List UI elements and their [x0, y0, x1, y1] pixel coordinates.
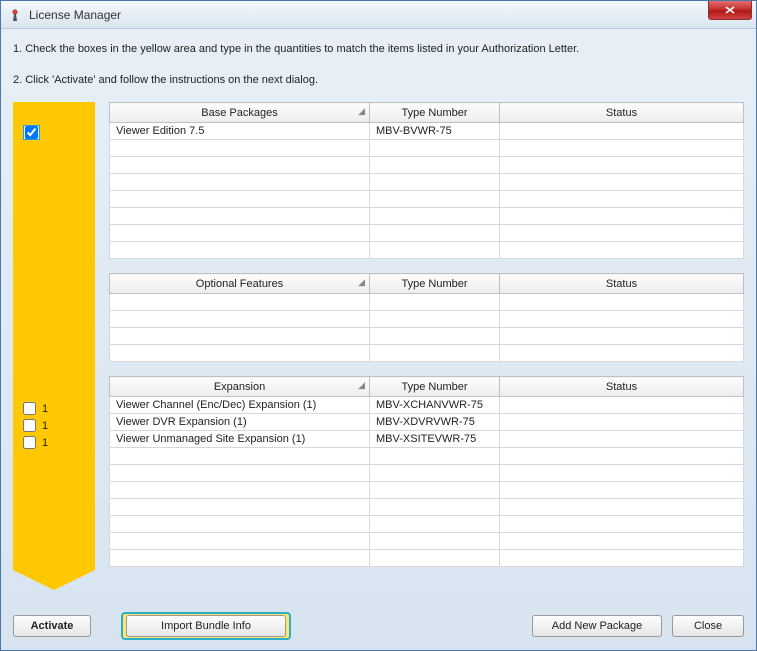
- base-row-0-name: Viewer Edition 7.5: [110, 123, 370, 140]
- table-row[interactable]: Viewer Channel (Enc/Dec) Expansion (1) M…: [110, 397, 744, 414]
- base-row-0-status: [500, 123, 744, 140]
- table-row[interactable]: [110, 448, 744, 465]
- base-header-col3[interactable]: Status: [500, 103, 744, 123]
- expansion-row-2-checkbox[interactable]: [23, 436, 36, 449]
- base-packages-table: Base Packages◢ Type Number Status Viewer…: [109, 102, 744, 259]
- expansion-row-1-status: [500, 414, 744, 431]
- expansion-row-0-status: [500, 397, 744, 414]
- table-row[interactable]: [110, 208, 744, 225]
- table-row[interactable]: [110, 242, 744, 259]
- expansion-row-check-1: 1: [13, 417, 95, 434]
- expansion-table: Expansion◢ Type Number Status Viewer Cha…: [109, 376, 744, 567]
- checkbox-highlight: [23, 125, 40, 140]
- expansion-row-check-2: 1: [13, 434, 95, 451]
- table-row[interactable]: [110, 191, 744, 208]
- activate-button[interactable]: Activate: [13, 615, 91, 637]
- expansion-header-col2[interactable]: Type Number: [370, 377, 500, 397]
- sort-icon: ◢: [358, 380, 365, 391]
- window-close-button[interactable]: [708, 1, 752, 20]
- table-row[interactable]: [110, 328, 744, 345]
- optional-header-col1[interactable]: Optional Features◢: [110, 274, 370, 294]
- table-row[interactable]: [110, 225, 744, 242]
- expansion-row-0-name: Viewer Channel (Enc/Dec) Expansion (1): [110, 397, 370, 414]
- sort-icon: ◢: [358, 106, 365, 117]
- app-icon: [7, 7, 23, 23]
- table-header-row: Expansion◢ Type Number Status: [110, 377, 744, 397]
- instruction-line-1: 1. Check the boxes in the yellow area an…: [13, 41, 744, 58]
- base-row-check-0: [13, 124, 95, 141]
- license-manager-window: License Manager 1. Check the boxes in th…: [0, 0, 757, 651]
- expansion-row-check-0: 1: [13, 400, 95, 417]
- expansion-row-2-qty: 1: [42, 437, 48, 449]
- table-row[interactable]: [110, 465, 744, 482]
- table-header-row: Optional Features◢ Type Number Status: [110, 274, 744, 294]
- optional-header-col2[interactable]: Type Number: [370, 274, 500, 294]
- table-row[interactable]: Viewer Unmanaged Site Expansion (1) MBV-…: [110, 431, 744, 448]
- optional-header-col3[interactable]: Status: [500, 274, 744, 294]
- close-button[interactable]: Close: [672, 615, 744, 637]
- base-row-0-checkbox[interactable]: [25, 126, 38, 139]
- table-row[interactable]: Viewer Edition 7.5 MBV-BVWR-75: [110, 123, 744, 140]
- base-header-col1[interactable]: Base Packages◢: [110, 103, 370, 123]
- button-row: Activate Import Bundle Info Add New Pack…: [13, 612, 744, 640]
- expansion-row-1-name: Viewer DVR Expansion (1): [110, 414, 370, 431]
- main-area: 1 1 1 Base Package: [13, 102, 744, 570]
- expansion-row-2-name: Viewer Unmanaged Site Expansion (1): [110, 431, 370, 448]
- titlebar: License Manager: [1, 1, 756, 29]
- table-row[interactable]: [110, 294, 744, 311]
- table-row[interactable]: [110, 550, 744, 567]
- base-header-col2[interactable]: Type Number: [370, 103, 500, 123]
- base-row-0-type: MBV-BVWR-75: [370, 123, 500, 140]
- yellow-arrow-icon: [13, 570, 95, 590]
- expansion-row-1-qty: 1: [42, 420, 48, 432]
- tables-column: Base Packages◢ Type Number Status Viewer…: [109, 102, 744, 570]
- import-bundle-highlight: Import Bundle Info: [121, 612, 291, 640]
- table-row[interactable]: [110, 140, 744, 157]
- table-row[interactable]: [110, 482, 744, 499]
- window-title: License Manager: [29, 8, 121, 22]
- table-row[interactable]: [110, 174, 744, 191]
- close-icon: [725, 6, 735, 14]
- table-row[interactable]: [110, 499, 744, 516]
- expansion-row-2-status: [500, 431, 744, 448]
- expansion-row-2-type: MBV-XSITEVWR-75: [370, 431, 500, 448]
- table-row[interactable]: [110, 533, 744, 550]
- optional-features-table: Optional Features◢ Type Number Status: [109, 273, 744, 362]
- content-area: 1. Check the boxes in the yellow area an…: [1, 29, 756, 580]
- table-row[interactable]: [110, 345, 744, 362]
- expansion-row-0-checkbox[interactable]: [23, 402, 36, 415]
- expansion-header-col3[interactable]: Status: [500, 377, 744, 397]
- table-row[interactable]: Viewer DVR Expansion (1) MBV-XDVRVWR-75: [110, 414, 744, 431]
- table-row[interactable]: [110, 516, 744, 533]
- expansion-row-0-qty: 1: [42, 403, 48, 415]
- import-bundle-info-button[interactable]: Import Bundle Info: [126, 615, 286, 637]
- add-new-package-button[interactable]: Add New Package: [532, 615, 662, 637]
- instruction-line-2: 2. Click 'Activate' and follow the instr…: [13, 72, 744, 89]
- table-row[interactable]: [110, 157, 744, 174]
- expansion-header-col1[interactable]: Expansion◢: [110, 377, 370, 397]
- expansion-row-1-checkbox[interactable]: [23, 419, 36, 432]
- table-header-row: Base Packages◢ Type Number Status: [110, 103, 744, 123]
- expansion-row-0-type: MBV-XCHANVWR-75: [370, 397, 500, 414]
- instructions: 1. Check the boxes in the yellow area an…: [13, 41, 744, 88]
- selection-column: 1 1 1: [13, 102, 95, 570]
- table-row[interactable]: [110, 311, 744, 328]
- expansion-row-1-type: MBV-XDVRVWR-75: [370, 414, 500, 431]
- sort-icon: ◢: [358, 277, 365, 288]
